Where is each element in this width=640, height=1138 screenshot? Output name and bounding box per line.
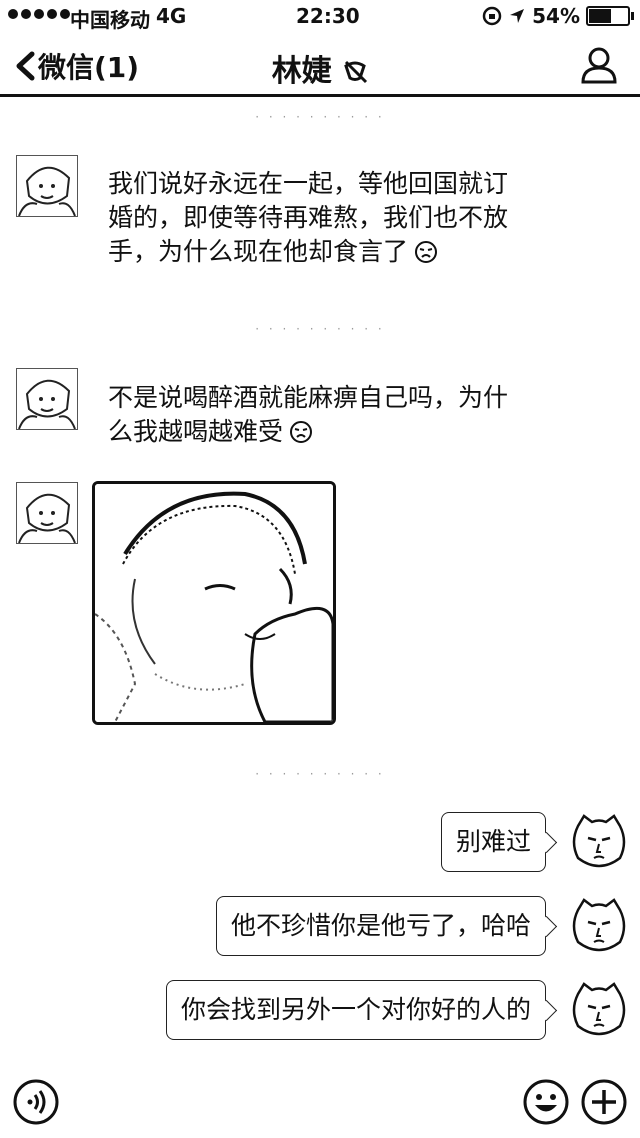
battery-percent: 54% <box>532 4 580 28</box>
location-icon <box>510 9 525 23</box>
carrier-name: 中国移动 <box>70 8 150 32</box>
chat-title: 林婕 <box>0 46 640 90</box>
rotation-lock-icon <box>482 6 502 26</box>
sent-message-bubble[interactable]: 别难过 <box>440 812 546 872</box>
nav-bar: 微信(1) 林婕 <box>0 34 640 97</box>
emoji-icon <box>523 1079 569 1125</box>
message-text-content: 别难过 <box>455 827 531 856</box>
input-bar <box>0 1070 640 1138</box>
my-avatar[interactable] <box>570 980 628 1038</box>
voice-input-button[interactable] <box>12 1078 60 1130</box>
message-text: 我们说好永远在一起，等他回国就订 婚的，即使等待再难熬，我们也不放 手，为什么现… <box>108 167 508 269</box>
message-text-content: 他不珍惜你是他亏了，哈哈 <box>230 911 531 940</box>
message-text-content: 我们说好永远在一起，等他回国就订 婚的，即使等待再难熬，我们也不放 手，为什么现… <box>108 169 509 266</box>
more-button[interactable] <box>580 1078 628 1130</box>
my-avatar[interactable] <box>570 896 628 954</box>
message-text: 不是说喝醉酒就能麻痹自己吗，为什 么我越喝越难受 <box>108 381 508 449</box>
sent-message-bubble[interactable]: 他不珍惜你是他亏了，哈哈 <box>215 896 546 956</box>
crying-girl-photo <box>95 484 333 722</box>
profile-icon <box>581 47 617 84</box>
timestamp: · · · · · · · · · · <box>255 110 385 124</box>
cartoon-face-avatar-icon <box>572 982 626 1036</box>
contact-avatar[interactable] <box>16 368 78 430</box>
timestamp: · · · · · · · · · · <box>255 767 385 781</box>
emoji-button[interactable] <box>522 1078 570 1130</box>
cartoon-face-avatar-icon <box>572 898 626 952</box>
plus-icon <box>581 1079 627 1125</box>
contact-avatar[interactable] <box>16 155 78 217</box>
clock: 22:30 <box>296 4 360 28</box>
status-bar: 中国移动 4G 22:30 54% <box>0 0 640 34</box>
sent-message-bubble[interactable]: 你会找到另外一个对你好的人的 <box>165 980 546 1040</box>
crying-face-emoji-icon <box>415 241 438 263</box>
crying-face-emoji-icon <box>290 421 313 443</box>
cartoon-face-avatar-icon <box>572 814 626 868</box>
signal-strength-icon <box>8 9 70 19</box>
message-text-content: 你会找到另外一个对你好的人的 <box>180 995 531 1024</box>
chat-info-button[interactable] <box>580 46 618 88</box>
image-message[interactable] <box>92 481 336 725</box>
chat-title-text: 林婕 <box>271 54 332 89</box>
contact-avatar[interactable] <box>16 482 78 544</box>
my-avatar[interactable] <box>570 812 628 870</box>
network-type: 4G <box>156 4 187 28</box>
status-right: 54% <box>482 4 634 28</box>
voice-input-icon <box>13 1079 59 1125</box>
timestamp: · · · · · · · · · · <box>255 322 385 336</box>
battery-icon <box>586 6 634 26</box>
mute-icon <box>344 60 368 84</box>
